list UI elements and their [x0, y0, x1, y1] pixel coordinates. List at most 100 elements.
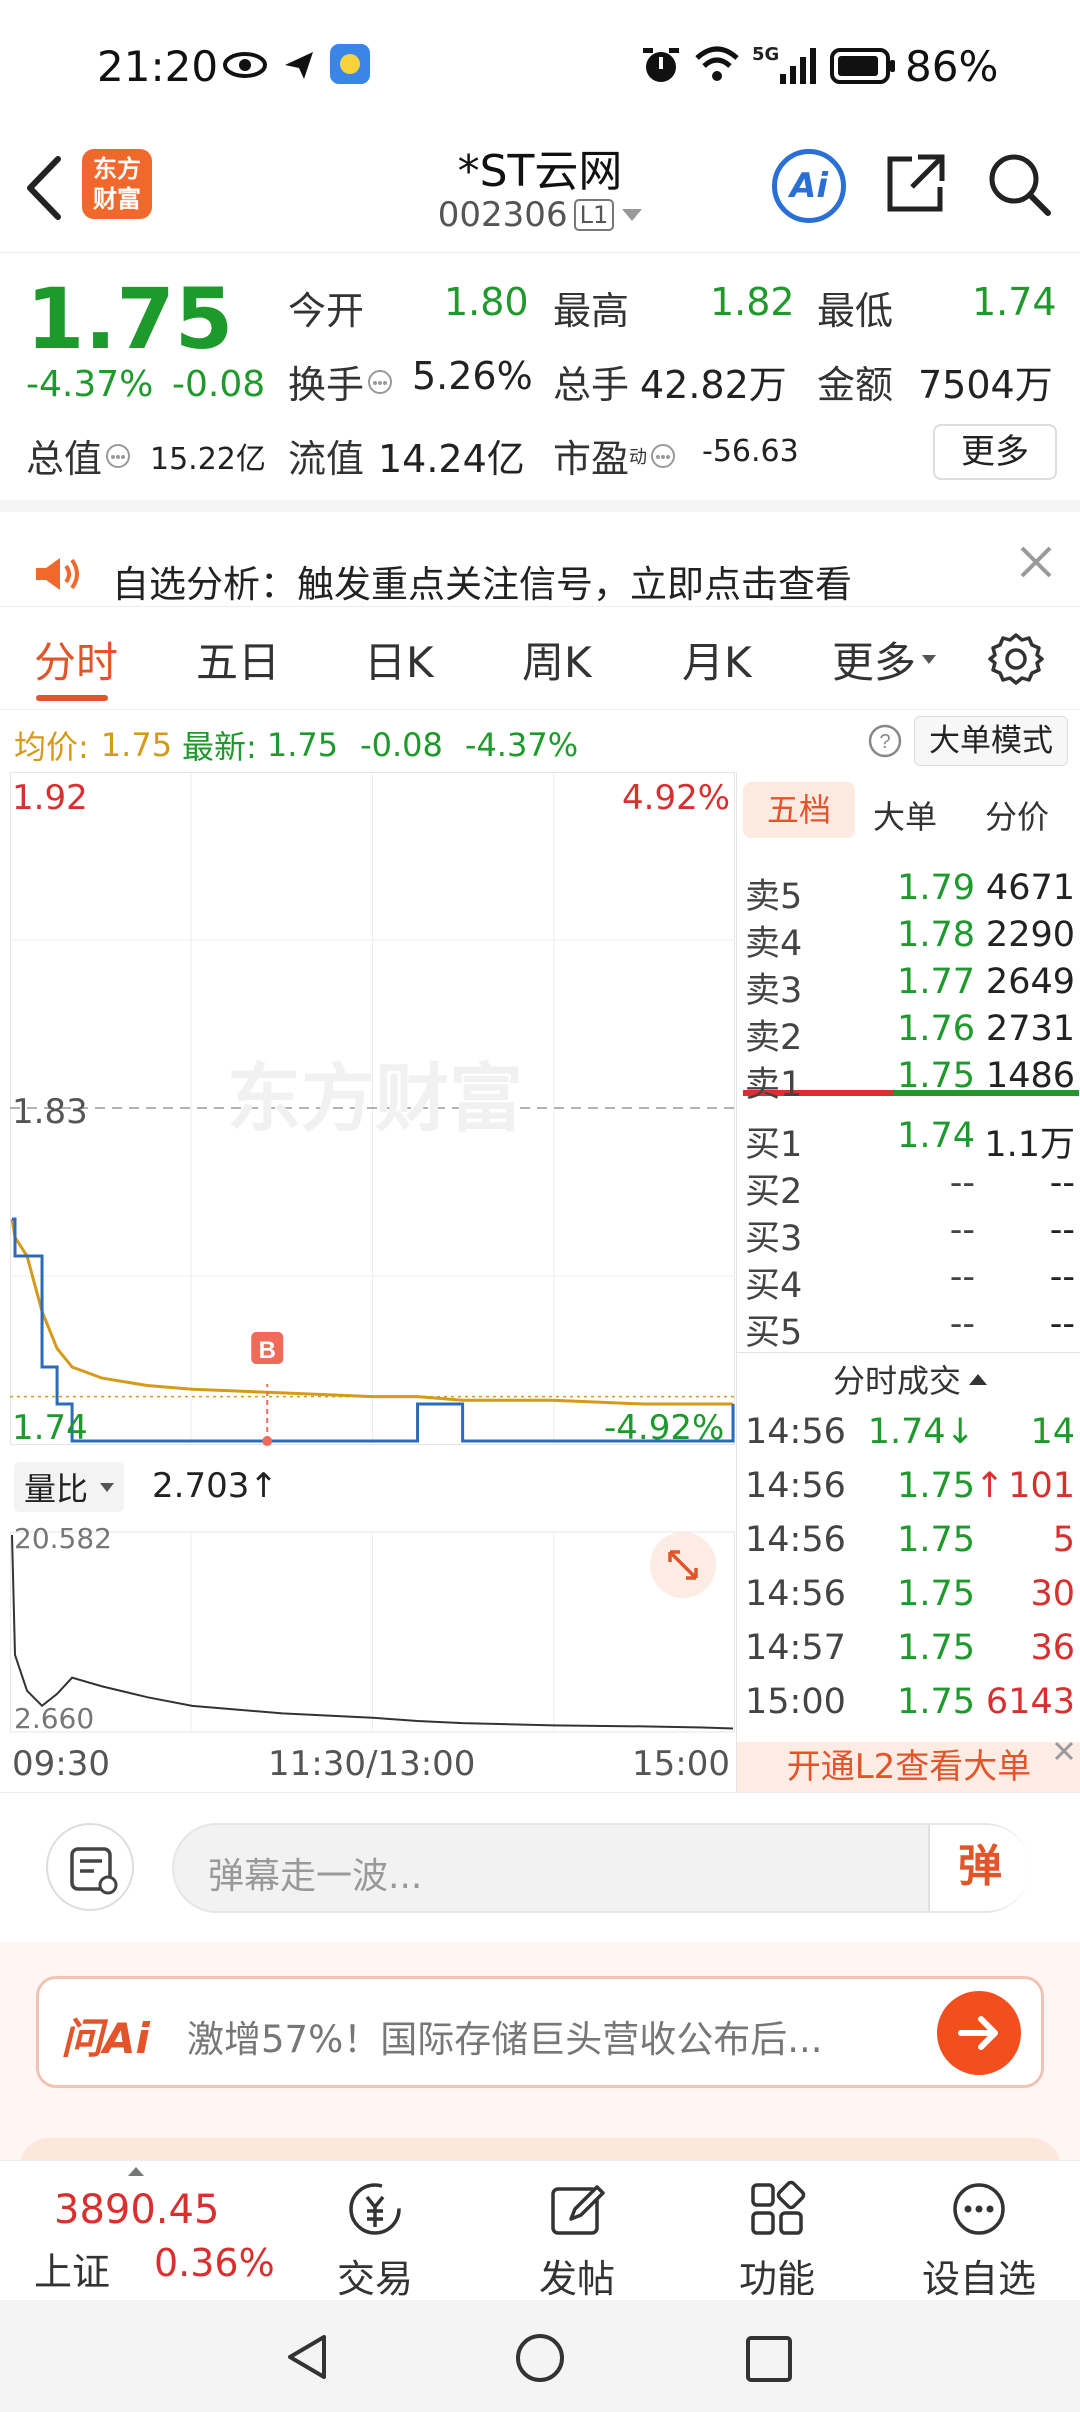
danmaku-placeholder: 弹幕走一波... [208, 1856, 423, 1897]
ask-volume: 4671 [985, 868, 1075, 908]
avg-label: 均价: [14, 728, 89, 766]
app-logo[interactable]: 东方 财富 [82, 149, 152, 219]
buy-marker: B [251, 1332, 284, 1446]
stock-name: *ST云网 [457, 146, 623, 197]
tab-five-levels[interactable]: 五档 [743, 782, 855, 838]
ask-level-label: 卖4 [745, 924, 803, 964]
danmaku-send-button[interactable]: 弹 [928, 1825, 1030, 1911]
stock-code-row[interactable]: 002306 L1 [400, 195, 680, 235]
y-top-label: 1.92 [12, 778, 88, 818]
close-icon[interactable] [1051, 1738, 1077, 1764]
trade-price: 1.75 [897, 1682, 975, 1722]
index-name: 上证 [34, 2250, 111, 2294]
mktcap-label: 总值 [26, 428, 132, 483]
more-button[interactable]: 更多 [933, 424, 1057, 480]
tab-big-orders[interactable]: 大单 [873, 792, 937, 838]
help-icon[interactable]: ? [868, 724, 902, 758]
trade-row: 14:57 1.75 36 [745, 1628, 1075, 1676]
nav-trade[interactable]: 交易 [310, 2179, 440, 2303]
share-icon[interactable] [884, 151, 948, 215]
trade-volume: 36 [1030, 1628, 1075, 1668]
bid-level-label: 买1 [745, 1125, 803, 1165]
info-icon[interactable] [366, 368, 394, 396]
trades-title-text: 分时成交 [833, 1362, 962, 1400]
gear-icon[interactable] [988, 631, 1044, 687]
ai-news-card[interactable]: 问Ai 激增57%！国际存储巨头营收公布后... [36, 1976, 1044, 2088]
ai-brand: 问Ai [61, 2014, 150, 2063]
y-bottom-pct-label: -4.92% [604, 1408, 725, 1448]
vol-ratio-value: 2.703↑ [152, 1466, 278, 1506]
tab-intraday[interactable]: 分时 [34, 629, 118, 690]
expand-icon [668, 1550, 698, 1580]
caret-down-icon [922, 655, 937, 664]
back-arrow-icon[interactable] [22, 153, 66, 223]
info-icon[interactable] [104, 442, 132, 470]
intraday-info-line: 均价: 1.75 最新: 1.75 -0.08 -4.37% ? 大单模式 [0, 710, 1080, 772]
big-order-mode-button[interactable]: 大单模式 [914, 716, 1068, 766]
vol-ratio-label: 量比 [24, 1470, 89, 1508]
trade-volume: 14 [1030, 1412, 1075, 1452]
bid-row: 买3 -- -- [745, 1210, 1075, 1259]
info-icon[interactable] [649, 442, 677, 470]
battery-level: 86% [905, 42, 999, 91]
l2-upsell-banner[interactable]: 开通L2查看大单 [737, 1742, 1080, 1792]
tab-price-distribution[interactable]: 分价 [985, 792, 1049, 838]
bid-level-label: 买3 [745, 1219, 803, 1259]
recents-square-icon[interactable] [744, 2334, 794, 2384]
marker-dot [262, 1436, 273, 1446]
tab-five-day[interactable]: 五日 [196, 629, 280, 690]
close-icon[interactable] [1018, 544, 1054, 580]
more-dots-icon [953, 2183, 1005, 2235]
search-icon[interactable] [986, 151, 1052, 217]
ask-volume: 1486 [985, 1056, 1075, 1096]
info-values: 均价: 1.75 最新: 1.75 -0.08 -4.37% [14, 722, 578, 768]
back-triangle-icon[interactable] [282, 2332, 332, 2382]
volume-ratio-selector[interactable]: 量比 [14, 1462, 125, 1512]
index-ticker[interactable]: 3890.45 上证 0.36% [20, 2167, 290, 2297]
ai-news-go-button[interactable] [937, 1991, 1021, 2075]
l2-upsell-text: 开通L2查看大单 [786, 1747, 1032, 1787]
nav-functions[interactable]: 功能 [712, 2179, 842, 2303]
trade-icon [349, 2183, 401, 2235]
vol-top-label: 20.582 [14, 1522, 112, 1555]
intraday-chart[interactable]: 东方财富 B 1.92 4.92% 1.83 1.74 -4.92% 量比 2.… [10, 772, 735, 1792]
tab-more[interactable]: 更多 [832, 629, 937, 690]
danmaku-input[interactable]: 弹幕走一波... 弹 [172, 1823, 1030, 1913]
nav-add-watchlist-label: 设自选 [921, 2257, 1036, 2301]
y-mid-label: 1.83 [12, 1092, 88, 1132]
expand-chart-button[interactable] [650, 1532, 716, 1598]
bid-price: 1.74 [897, 1116, 975, 1156]
alarm-icon [643, 48, 679, 82]
status-bar: 21:20 5G 86% [0, 0, 1080, 135]
home-circle-icon[interactable] [514, 2332, 566, 2384]
tab-weekly-k[interactable]: 周K [522, 629, 592, 690]
bid-price: -- [949, 1304, 975, 1344]
nav-post[interactable]: 发帖 [512, 2179, 642, 2303]
trade-row: 14:56 1.75 ↑ 101 [745, 1466, 1075, 1514]
float-label: 流值 [288, 437, 365, 481]
volume-value: 42.82万 [640, 363, 787, 407]
chevron-down-icon [622, 209, 643, 221]
trade-price: 1.75 [897, 1628, 975, 1668]
danmaku-settings-button[interactable] [46, 1823, 134, 1911]
trades-title[interactable]: 分时成交 [833, 1356, 988, 1402]
tab-daily-k[interactable]: 日K [364, 629, 434, 690]
trade-price: 1.75 [897, 1574, 975, 1614]
ai-assistant-button[interactable]: Ai [772, 149, 846, 223]
tab-monthly-k[interactable]: 月K [682, 629, 752, 690]
danmaku-settings-icon [70, 1847, 118, 1895]
wifi-icon [695, 46, 739, 81]
ask-price: 1.75 [897, 1056, 975, 1096]
open-label: 今开 [288, 289, 365, 333]
nav-add-watchlist[interactable]: 设自选 [914, 2179, 1044, 2303]
trade-price: 1.75 ↑ [897, 1466, 1005, 1506]
ask-level-label: 卖3 [745, 971, 803, 1011]
bottom-toolbar: 3890.45 上证 0.36% 交易 发帖 功能 设自选 [0, 2160, 1080, 2303]
y-top-pct-label: 4.92% [622, 778, 731, 818]
system-navigation-bar [0, 2300, 1080, 2412]
notice-banner[interactable]: 自选分析：触发重点关注信号，立即点击查看 [0, 500, 1080, 606]
pe-superscript: 动 [629, 446, 648, 468]
pe-label-text: 市盈 [553, 437, 630, 481]
danmaku-send-label: 弹 [958, 1841, 1002, 1892]
bid-price: -- [949, 1163, 975, 1203]
